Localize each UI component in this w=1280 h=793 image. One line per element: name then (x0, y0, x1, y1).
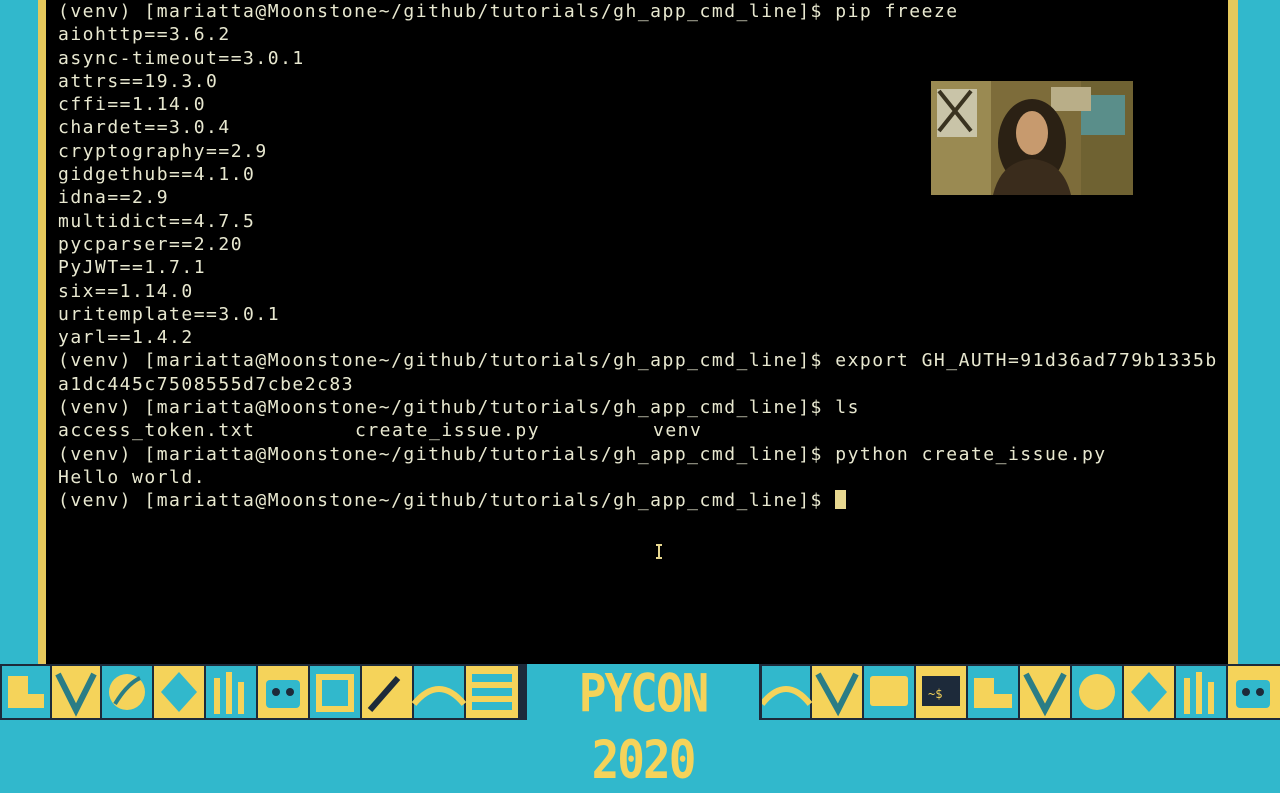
terminal-output: (venv) [mariatta@Moonstone~/github/tutor… (58, 0, 1218, 513)
pycon-logo-text: PYCON 2020 (578, 662, 709, 791)
text-cursor (835, 490, 847, 510)
ls-file-access-token: access_token.txt (58, 420, 256, 442)
terminal-line: multidict==4.7.5 (58, 210, 256, 232)
terminal-line: (venv) [mariatta@Moonstone~/github/tutor… (58, 397, 860, 419)
terminal-line: (venv) [mariatta@Moonstone~/github/tutor… (58, 350, 1218, 372)
terminal-line: (venv) [mariatta@Moonstone~/github/tutor… (58, 443, 1107, 465)
svg-text:~$: ~$ (928, 687, 942, 701)
terminal-line: six==1.14.0 (58, 280, 194, 302)
terminal-line: pycparser==2.20 (58, 233, 244, 255)
terminal-line: async-timeout==3.0.1 (58, 47, 305, 69)
ls-output-line: access_token.txt create_issue.py venv (58, 419, 1218, 442)
terminal-line: uritemplate==3.0.1 (58, 303, 281, 325)
terminal-line: a1dc445c7508555d7cbe2c83 (58, 373, 355, 395)
current-prompt: (venv) [mariatta@Moonstone~/github/tutor… (58, 490, 836, 512)
current-prompt-line[interactable]: (venv) [mariatta@Moonstone~/github/tutor… (58, 489, 1218, 512)
terminal-line: (venv) [mariatta@Moonstone~/github/tutor… (58, 1, 959, 22)
terminal-line: PyJWT==1.7.1 (58, 257, 207, 279)
terminal-line: aiohttp==3.6.2 (58, 24, 231, 46)
mouse-ibeam-cursor-icon (656, 544, 662, 559)
left-frame-stripe (38, 0, 46, 664)
right-frame-stripe (1228, 0, 1238, 664)
pycon-logo: PYCON 2020 (524, 662, 762, 791)
right-frame (1238, 0, 1280, 664)
ls-dir-venv: venv (653, 420, 703, 442)
terminal-line: yarl==1.4.2 (58, 327, 194, 349)
speaker-webcam-overlay (931, 81, 1133, 195)
terminal-line: Hello world. (58, 466, 207, 488)
ls-file-create-issue: create_issue.py (355, 420, 541, 442)
left-frame (0, 0, 40, 664)
webcam-video-icon (931, 81, 1133, 195)
